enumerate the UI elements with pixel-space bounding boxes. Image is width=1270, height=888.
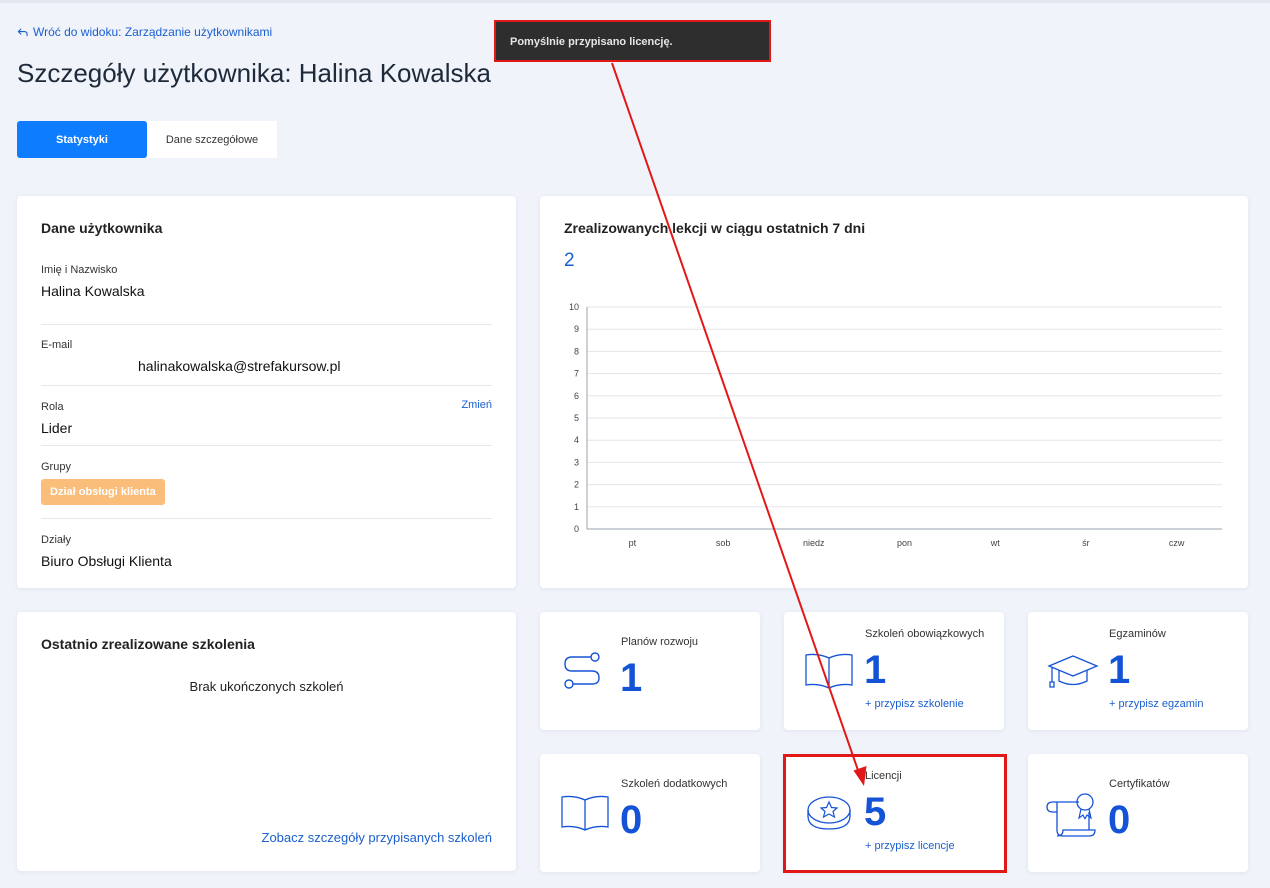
chart-x-tick-label: pt [629,538,637,548]
development-plans-count: 1 [620,656,643,700]
certificates-tile: Certyfikatów 0 [1028,754,1248,872]
page-title: Szczegóły użytkownika: Halina Kowalska [17,58,491,88]
back-arrow-icon [17,27,28,36]
success-toast: Pomyślnie przypisano licencję. [494,20,771,62]
chart-y-tick-label: 2 [574,480,579,490]
chart-y-tick-label: 0 [574,524,579,534]
chart-y-tick-label: 7 [574,369,579,379]
name-label: Imię i Nazwisko [41,264,118,276]
path-icon [564,652,600,689]
top-border [0,0,1270,3]
user-card-title: Dane użytkownika [41,220,163,236]
role-field: Rola Lider Zmień [41,386,492,446]
chart-x-tick-label: sob [716,538,731,548]
groups-label: Grupy [41,461,71,473]
chart-y-tick-label: 9 [574,324,579,334]
chart-y-tick-label: 4 [574,435,579,445]
assign-training-link[interactable]: + przypisz szkolenie [865,698,964,710]
exams-label: Egzaminów [1109,628,1166,640]
email-label: E-mail [41,339,73,351]
group-badge[interactable]: Dział obsługi klienta [41,479,165,505]
open-book-icon [561,795,609,831]
chart-x-tick-label: czw [1169,538,1185,548]
chart-y-tick-label: 8 [574,346,579,356]
development-plans-tile: Planów rozwoju 1 [540,612,760,730]
chart-x-tick-label: śr [1082,538,1090,548]
toast-message: Pomyślnie przypisano licencję. [510,36,673,48]
mandatory-trainings-count: 1 [864,648,887,692]
departments-label: Działy [41,534,71,546]
mandatory-trainings-label: Szkoleń obowiązkowych [865,628,985,640]
exams-count: 1 [1108,648,1131,692]
tab-details[interactable]: Dane szczegółowe [147,121,277,158]
open-book-icon [805,653,853,689]
groups-field: Grupy Dział obsługi klienta [41,446,492,519]
exams-tile: Egzaminów 1 + przypisz egzamin [1028,612,1248,730]
additional-trainings-count: 0 [620,798,643,842]
name-field: Imię i Nazwisko Halina Kowalska [41,264,492,325]
chart-y-tick-label: 3 [574,457,579,467]
email-field: E-mail halinakowalska@strefakursow.pl [41,325,492,386]
back-link-label: Wróć do widoku: Zarządzanie użytkownikam… [33,25,273,39]
name-value: Halina Kowalska [41,283,145,299]
departments-value: Biuro Obsługi Klienta [41,553,172,569]
chart-total-value: 2 [564,250,575,271]
lessons-chart-card: Zrealizowanych lekcji w ciągu ostatnich … [540,196,1248,588]
user-data-card: Dane użytkownika Imię i Nazwisko Halina … [17,196,516,588]
licenses-highlight-box [783,754,1007,873]
mandatory-trainings-tile: Szkoleń obowiązkowych 1 + przypisz szkol… [784,612,1004,730]
chart-x-tick-label: niedz [803,538,825,548]
chart-y-tick-label: 1 [574,502,579,512]
development-plans-label: Planów rozwoju [621,636,699,648]
graduation-cap-icon [1047,655,1099,688]
email-value: halinakowalska@strefakursow.pl [138,358,341,374]
chart-title: Zrealizowanych lekcji w ciągu ostatnich … [564,220,866,236]
certificates-count: 0 [1108,798,1131,842]
tab-bar: Statystyki Dane szczegółowe [17,121,277,158]
change-role-link[interactable]: Zmień [461,399,492,411]
assign-exam-link[interactable]: + przypisz egzamin [1109,698,1203,710]
chart-y-tick-label: 10 [569,302,579,312]
certificates-label: Certyfikatów [1109,778,1170,790]
role-label: Rola [41,401,64,413]
recent-trainings-title: Ostatnio zrealizowane szkolenia [41,636,255,652]
chart-y-tick-label: 5 [574,413,579,423]
chart-x-tick-label: wt [990,538,1000,548]
additional-trainings-tile: Szkoleń dodatkowych 0 [540,754,760,872]
tab-statistics[interactable]: Statystyki [17,121,147,158]
departments-field: Działy Biuro Obsługi Klienta [41,519,492,569]
chart-x-tick-label: pon [897,538,912,548]
additional-trainings-label: Szkoleń dodatkowych [621,778,728,790]
back-link[interactable]: Wróć do widoku: Zarządzanie użytkownikam… [17,25,272,39]
chart-y-tick-label: 6 [574,391,579,401]
role-value: Lider [41,420,73,436]
recent-trainings-card: Ostatnio zrealizowane szkolenia Brak uko… [17,612,516,871]
certificate-scroll-icon [1046,793,1096,837]
assigned-trainings-link[interactable]: Zobacz szczegóły przypisanych szkoleń [262,830,493,845]
recent-trainings-empty: Brak ukończonych szkoleń [189,679,344,694]
